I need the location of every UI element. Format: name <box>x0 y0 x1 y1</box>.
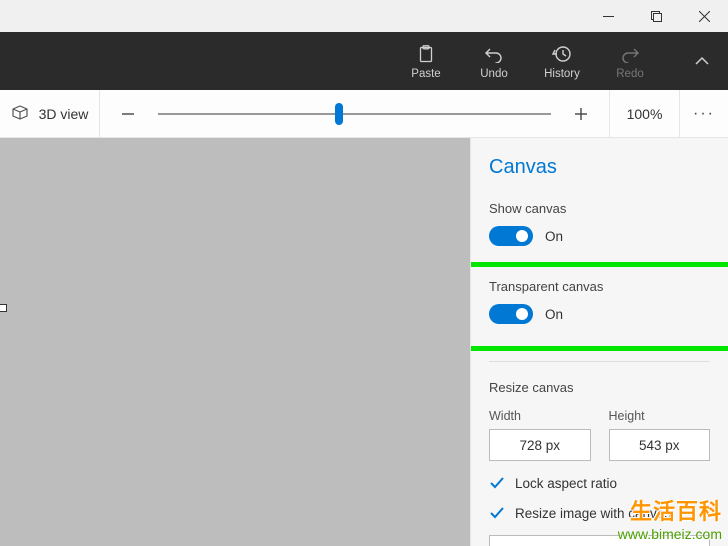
undo-button[interactable]: Undo <box>474 43 514 80</box>
canvas-workspace[interactable] <box>0 138 470 546</box>
check-icon <box>489 475 505 491</box>
transparent-canvas-toggle[interactable] <box>489 304 533 324</box>
history-button[interactable]: History <box>542 43 582 80</box>
close-button[interactable] <box>680 0 728 32</box>
resize-image-checkbox[interactable]: Resize image with canvas <box>489 505 710 521</box>
canvas-panel: Canvas Show canvas On Transparent canvas… <box>470 138 728 546</box>
maximize-button[interactable] <box>632 0 680 32</box>
zoom-in-button[interactable] <box>567 100 595 128</box>
resize-image-label: Resize image with canvas <box>515 506 671 521</box>
zoom-percent-button[interactable]: 100% <box>610 90 680 137</box>
transparent-canvas-label: Transparent canvas <box>489 279 710 294</box>
show-canvas-state: On <box>545 229 563 244</box>
history-icon <box>552 43 572 65</box>
divider <box>489 361 710 362</box>
zoom-slider-thumb[interactable] <box>335 103 343 125</box>
zoom-percent-label: 100% <box>627 106 663 122</box>
height-label: Height <box>609 409 711 423</box>
clipboard-icon <box>418 43 434 65</box>
zoom-slider[interactable] <box>158 100 551 128</box>
undo-icon <box>484 43 504 65</box>
redo-button: Redo <box>610 43 650 80</box>
paste-label: Paste <box>411 68 440 80</box>
canvas-resize-handle[interactable] <box>0 304 7 312</box>
zoom-out-button[interactable] <box>114 100 142 128</box>
zoom-controls <box>100 90 610 137</box>
transparent-canvas-highlight: Transparent canvas On <box>470 262 728 351</box>
transparent-canvas-state: On <box>545 307 563 322</box>
resize-canvas-label: Resize canvas <box>489 380 710 395</box>
height-input[interactable] <box>609 429 711 461</box>
check-icon <box>489 505 505 521</box>
show-canvas-toggle[interactable] <box>489 226 533 246</box>
width-input[interactable] <box>489 429 591 461</box>
history-label: History <box>544 68 580 80</box>
ellipsis-icon: ··· <box>693 105 715 123</box>
paste-button[interactable]: Paste <box>406 43 446 80</box>
show-canvas-label: Show canvas <box>489 201 710 216</box>
minimize-button[interactable] <box>584 0 632 32</box>
main-area: Canvas Show canvas On Transparent canvas… <box>0 138 728 546</box>
collapse-toolbar-button[interactable] <box>686 45 718 77</box>
units-select[interactable]: Pixels <box>489 535 710 546</box>
zoom-slider-track <box>158 113 551 115</box>
main-toolbar: Paste Undo History Redo <box>0 32 728 90</box>
view-toolbar: 3D view 100% ··· <box>0 90 728 138</box>
panel-title: Canvas <box>489 156 710 179</box>
cube-icon <box>11 104 29 123</box>
window-title-bar <box>0 0 728 32</box>
redo-label: Redo <box>616 68 644 80</box>
width-label: Width <box>489 409 591 423</box>
undo-label: Undo <box>480 68 508 80</box>
3d-view-label: 3D view <box>39 106 89 122</box>
lock-aspect-label: Lock aspect ratio <box>515 476 617 491</box>
more-button[interactable]: ··· <box>680 90 728 137</box>
redo-icon <box>620 43 640 65</box>
3d-view-button[interactable]: 3D view <box>0 90 100 137</box>
lock-aspect-checkbox[interactable]: Lock aspect ratio <box>489 475 710 491</box>
